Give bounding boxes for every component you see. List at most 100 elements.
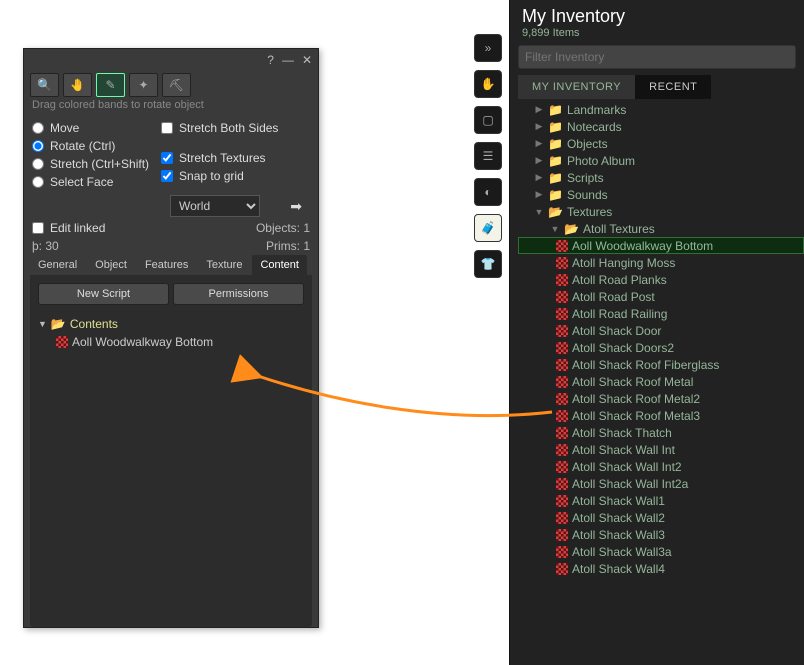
grid-options-icon[interactable]: ➡ [290, 198, 310, 215]
new-script-button[interactable]: New Script [38, 283, 169, 305]
caret-right-icon: ▶ [534, 172, 544, 183]
inv-texture-item[interactable]: Atoll Shack Roof Metal2 [518, 390, 804, 407]
edit-linked-check[interactable]: Edit linked [32, 221, 105, 235]
side-inventory-icon[interactable]: 🧳 [474, 214, 502, 242]
inv-texture-item[interactable]: Atoll Shack Doors2 [518, 339, 804, 356]
folder-icon: 📂 [548, 205, 563, 219]
inv-texture-item[interactable]: Aoll Woodwalkway Bottom [518, 237, 804, 254]
p-value: þ: 30 [32, 239, 59, 253]
inv-folder[interactable]: ▶📁Photo Album [518, 152, 804, 169]
inv-texture-item[interactable]: Atoll Shack Wall2 [518, 509, 804, 526]
inv-folder[interactable]: ▶📁Sounds [518, 186, 804, 203]
move-radio[interactable]: Move [32, 121, 149, 135]
inv-texture-item[interactable]: Atoll Shack Roof Fiberglass [518, 356, 804, 373]
objects-count: Objects: 1 [256, 221, 310, 235]
inv-folder-textures[interactable]: ▼📂Textures [518, 203, 804, 220]
texture-icon [556, 427, 568, 439]
contents-folder[interactable]: ▼ 📂 Contents [38, 315, 304, 333]
texture-icon [556, 257, 568, 269]
tab-recent[interactable]: RECENT [635, 75, 711, 99]
land-tool-icon[interactable]: ⛏ [162, 73, 191, 97]
close-icon[interactable]: ✕ [302, 53, 312, 67]
caret-down-icon: ▼ [38, 319, 47, 329]
inv-texture-item[interactable]: Atoll Shack Wall Int2 [518, 458, 804, 475]
inv-folder[interactable]: ▶📁Objects [518, 135, 804, 152]
texture-icon [556, 563, 568, 575]
texture-icon [556, 478, 568, 490]
tab-my-inventory[interactable]: MY INVENTORY [518, 75, 635, 99]
folder-icon: 📁 [548, 171, 563, 185]
folder-icon: 📁 [548, 120, 563, 134]
texture-icon [56, 336, 68, 348]
inv-texture-item[interactable]: Atoll Shack Wall4 [518, 560, 804, 577]
folder-icon: 📂 [51, 317, 66, 331]
inv-texture-item[interactable]: Atoll Shack Roof Metal [518, 373, 804, 390]
minimize-icon[interactable]: — [282, 53, 294, 67]
inv-texture-item[interactable]: Atoll Shack Wall Int [518, 441, 804, 458]
inv-folder[interactable]: ▶📁Scripts [518, 169, 804, 186]
texture-icon [556, 308, 568, 320]
inv-texture-item[interactable]: Atoll Shack Wall Int2a [518, 475, 804, 492]
tab-general[interactable]: General [30, 255, 85, 275]
stretch-textures-check[interactable]: Stretch Textures [161, 151, 278, 165]
build-tools-window: ? — ✕ 🔍 🤚 ✎ ✦ ⛏ Drag colored bands to ro… [23, 48, 319, 628]
tab-texture[interactable]: Texture [198, 255, 250, 275]
texture-icon [556, 240, 568, 252]
tab-content[interactable]: Content [252, 255, 307, 275]
permissions-button[interactable]: Permissions [173, 283, 304, 305]
help-icon[interactable]: ? [267, 53, 274, 67]
tab-object[interactable]: Object [87, 255, 135, 275]
texture-icon [556, 274, 568, 286]
caret-right-icon: ▶ [534, 121, 544, 132]
texture-icon [556, 291, 568, 303]
inv-texture-item[interactable]: Atoll Shack Door [518, 322, 804, 339]
stretch-both-check[interactable]: Stretch Both Sides [161, 121, 278, 135]
inv-texture-item[interactable]: Atoll Shack Wall1 [518, 492, 804, 509]
side-appearance-icon[interactable]: 👕 [474, 250, 502, 278]
snap-grid-check[interactable]: Snap to grid [161, 169, 278, 183]
create-tool-icon[interactable]: ✦ [129, 73, 158, 97]
inv-texture-item[interactable]: Atoll Road Post [518, 288, 804, 305]
edit-tool-icon[interactable]: ✎ [96, 73, 125, 97]
caret-down-icon: ▼ [534, 207, 544, 217]
inv-texture-item[interactable]: Atoll Shack Thatch [518, 424, 804, 441]
side-user-icon[interactable]: ▢ [474, 106, 502, 134]
folder-icon: 📁 [548, 154, 563, 168]
inv-texture-item[interactable]: Atoll Hanging Moss [518, 254, 804, 271]
texture-icon [556, 529, 568, 541]
rotate-radio[interactable]: Rotate (Ctrl) [32, 139, 149, 153]
side-expand-icon[interactable]: » [474, 34, 502, 62]
texture-icon [556, 325, 568, 337]
side-world-icon[interactable]: ◐ [474, 178, 502, 206]
inv-texture-item[interactable]: Atoll Road Railing [518, 305, 804, 322]
coordinate-space-select[interactable]: World [170, 195, 260, 217]
contents-item[interactable]: Aoll Woodwalkway Bottom [38, 333, 304, 351]
inventory-count: 9,899 Items [510, 27, 804, 45]
inv-texture-item[interactable]: Atoll Shack Wall3a [518, 543, 804, 560]
inv-folder-atoll[interactable]: ▼📂Atoll Textures [518, 220, 804, 237]
texture-icon [556, 546, 568, 558]
texture-icon [556, 359, 568, 371]
texture-icon [556, 512, 568, 524]
tab-features[interactable]: Features [137, 255, 196, 275]
texture-icon [556, 495, 568, 507]
caret-right-icon: ▶ [534, 189, 544, 200]
inv-folder[interactable]: ▶📁Notecards [518, 118, 804, 135]
folder-icon: 📂 [564, 222, 579, 236]
inv-folder[interactable]: ▶📁Landmarks [518, 101, 804, 118]
selectface-radio[interactable]: Select Face [32, 175, 149, 189]
inv-texture-item[interactable]: Atoll Shack Roof Metal3 [518, 407, 804, 424]
stretch-radio[interactable]: Stretch (Ctrl+Shift) [32, 157, 149, 171]
filter-inventory-input[interactable] [518, 45, 796, 69]
move-tool-icon[interactable]: 🤚 [63, 73, 92, 97]
tool-hint: Drag colored bands to rotate object [24, 99, 318, 117]
caret-right-icon: ▶ [534, 138, 544, 149]
inv-texture-item[interactable]: Atoll Road Planks [518, 271, 804, 288]
inv-texture-item[interactable]: Atoll Shack Wall3 [518, 526, 804, 543]
texture-icon [556, 342, 568, 354]
caret-down-icon: ▼ [550, 224, 560, 234]
prims-count: Prims: 1 [266, 239, 310, 253]
focus-tool-icon[interactable]: 🔍 [30, 73, 59, 97]
side-group-icon[interactable]: ☰ [474, 142, 502, 170]
side-hand-icon[interactable]: ✋ [474, 70, 502, 98]
